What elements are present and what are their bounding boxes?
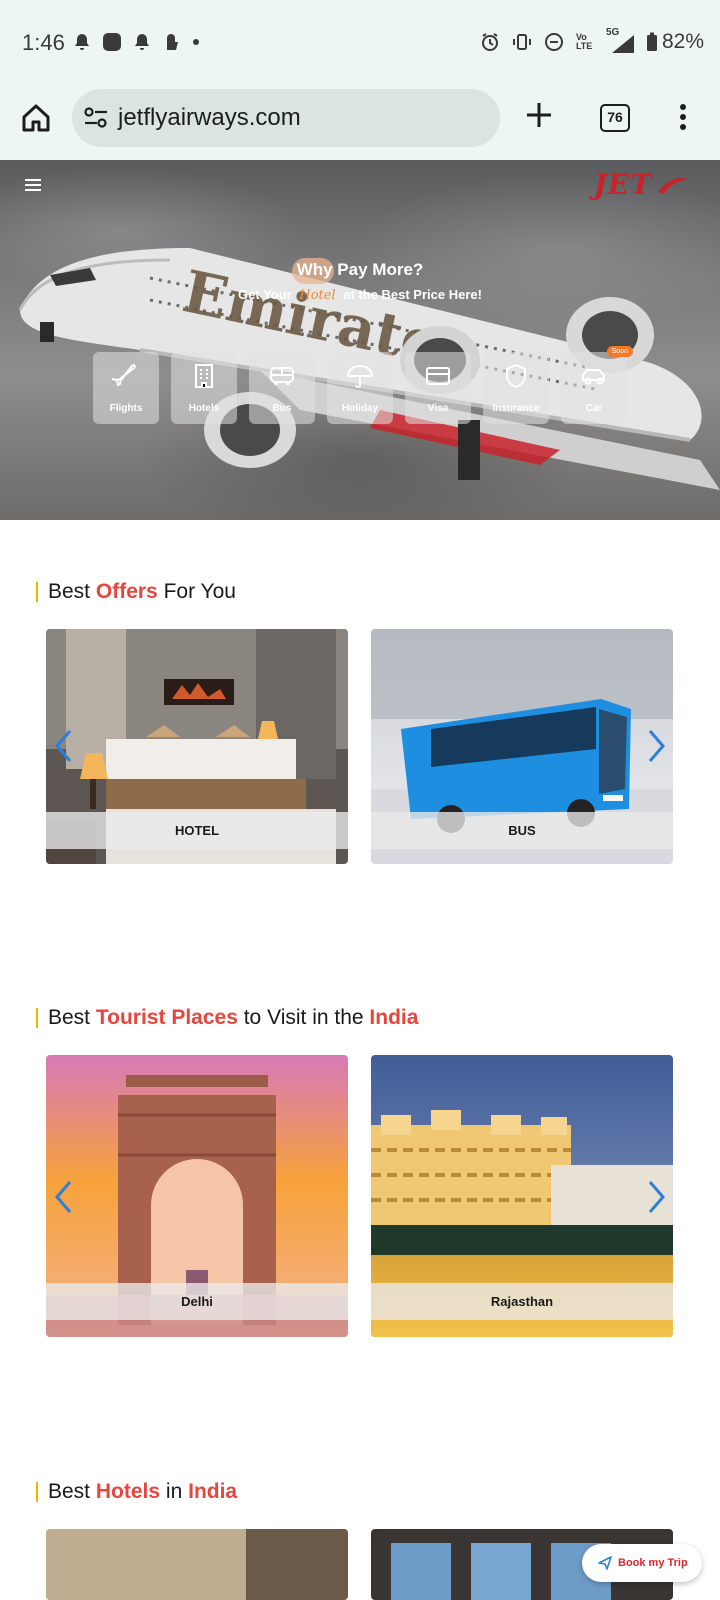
service-insurance[interactable]: Insurance xyxy=(483,352,549,424)
hotels-section-title: Best Hotels in India xyxy=(36,1481,237,1502)
soon-badge: Soon xyxy=(606,346,633,357)
status-time: 1:46 xyxy=(22,30,65,55)
bus-icon xyxy=(270,367,294,385)
bell-icon xyxy=(75,34,89,50)
bell-icon xyxy=(135,34,149,50)
book-my-trip-button[interactable]: Book my Trip xyxy=(582,1544,702,1582)
system-icons: Vo LTE 5G 82% xyxy=(480,27,704,54)
car-icon xyxy=(582,369,605,385)
umbrella-icon xyxy=(347,365,373,388)
building-icon xyxy=(195,364,213,388)
site-logo[interactable]: JET xyxy=(594,168,652,201)
notification-icons xyxy=(72,32,200,52)
tourist-card-delhi[interactable]: Delhi xyxy=(46,1055,348,1337)
dnd-icon xyxy=(544,33,563,51)
dot-icon xyxy=(193,39,199,45)
status-bar: 1:46 Vo LTE 5G 82% xyxy=(0,0,720,88)
send-icon xyxy=(598,1556,612,1570)
site-settings-icon[interactable] xyxy=(84,107,108,129)
shield-icon xyxy=(506,364,526,388)
new-tab-icon[interactable] xyxy=(524,100,554,130)
hero-banner: Emirates JET Why Pay More? Get Your Hote… xyxy=(0,160,720,520)
offer-card-bus[interactable]: BUS xyxy=(371,629,673,864)
alarm-icon xyxy=(481,33,498,51)
tourist-card-rajasthan[interactable]: Rajasthan xyxy=(371,1055,673,1337)
offer-caption: HOTEL xyxy=(46,812,348,849)
carousel-next-icon[interactable] xyxy=(648,1180,666,1214)
app-icon xyxy=(103,33,121,51)
carousel-next-icon[interactable] xyxy=(648,729,666,763)
home-icon[interactable] xyxy=(20,102,52,134)
card-icon xyxy=(426,367,450,385)
hero-title: Why Pay More? xyxy=(296,260,424,279)
vibrate-icon xyxy=(512,34,531,50)
volte-label: Vo LTE xyxy=(575,32,593,51)
battery-percent: 82% xyxy=(661,30,704,53)
logo-swoosh-icon xyxy=(658,178,688,194)
offer-card-hotel[interactable]: HOTEL xyxy=(46,629,348,864)
hotel-image xyxy=(46,1529,348,1600)
service-bus[interactable]: Bus xyxy=(249,352,315,424)
service-car[interactable]: Soon Car xyxy=(561,346,633,424)
address-bar[interactable]: jetflyairways.com xyxy=(72,89,500,147)
service-tabs: Flights Hotels Bus Holiday Visa Insuranc… xyxy=(93,346,633,424)
carousel-prev-icon[interactable] xyxy=(54,1180,72,1214)
more-options-icon[interactable] xyxy=(670,102,696,132)
tourist-caption: Rajasthan xyxy=(371,1283,673,1320)
browser-toolbar: jetflyairways.com 76 xyxy=(0,88,720,160)
hero-subtitle: Get Your Hotel at the Best Price Here! xyxy=(238,287,482,303)
airplane-image: Emirates xyxy=(18,248,720,490)
battery-icon xyxy=(646,32,657,51)
service-hotels[interactable]: Hotels xyxy=(171,352,237,424)
tourist-section-title: Best Tourist Places to Visit in the Indi… xyxy=(36,1007,418,1028)
service-visa[interactable]: Visa xyxy=(405,352,471,424)
tab-switcher-button[interactable]: 76 xyxy=(600,104,630,132)
hamburger-menu-icon[interactable] xyxy=(24,178,42,192)
service-holiday[interactable]: Holiday xyxy=(327,352,393,424)
tourist-caption: Delhi xyxy=(46,1283,348,1320)
plane-icon xyxy=(111,364,136,386)
carousel-prev-icon[interactable] xyxy=(54,729,72,763)
offer-caption: BUS xyxy=(371,812,673,849)
offers-section-title: Best Offers For You xyxy=(36,581,236,602)
url-text[interactable]: jetflyairways.com xyxy=(118,104,301,132)
hotel-card[interactable] xyxy=(46,1529,348,1600)
signal-icon: 5G xyxy=(606,27,634,53)
service-flights[interactable]: Flights xyxy=(93,352,159,424)
fingerprint-badge-icon xyxy=(167,34,178,50)
